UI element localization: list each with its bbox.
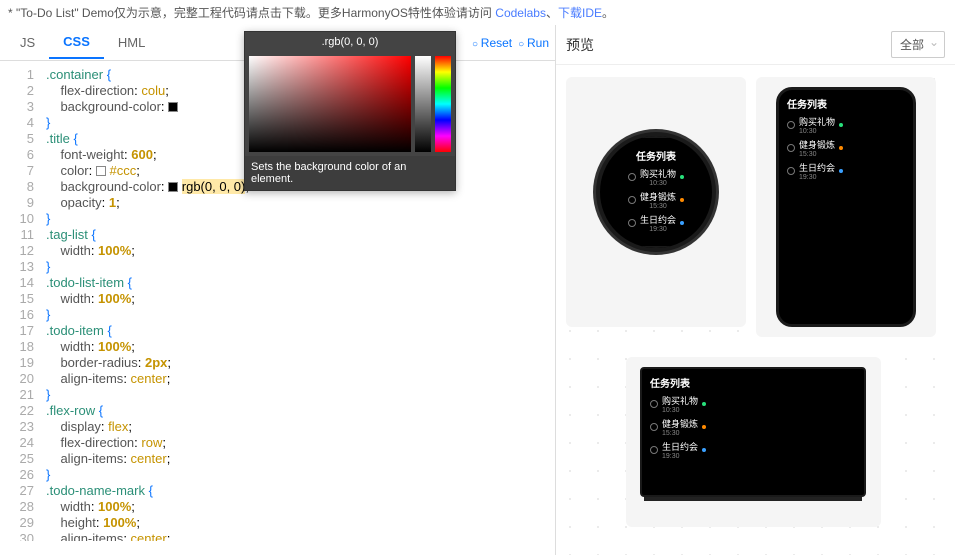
color-picker-title: .rgb(0, 0, 0) [245,32,455,52]
download-ide-link[interactable]: 下载IDE [558,6,602,20]
tag-dot-icon [702,425,706,429]
checkbox-icon [787,167,795,175]
run-button[interactable]: Run [518,36,549,50]
reset-button[interactable]: Reset [472,36,512,50]
preview-title: 预览 [566,35,594,55]
todo-title: 任务列表 [608,148,704,163]
checkbox-icon [628,196,636,204]
tag-dot-icon [839,146,843,150]
phone-preview[interactable]: 任务列表 购买礼物10:30 健身锻炼15:30 生日约会19:30 [756,77,936,337]
list-item: 购买礼物10:30 [787,115,905,135]
tab-hml[interactable]: HML [104,27,159,58]
tag-dot-icon [839,169,843,173]
watch-preview[interactable]: 任务列表 购买礼物10:30 健身锻炼15:30 生日约会19:30 [566,77,746,327]
list-item: 健身锻炼15:30 [650,417,856,437]
checkbox-icon [650,400,658,408]
tag-dot-icon [680,221,684,225]
checkbox-icon [650,446,658,454]
checkbox-icon [628,173,636,181]
editor-pane: JS CSS HML Reset Run 1234567891011121314… [0,25,555,555]
todo-title: 任务列表 [787,96,905,111]
tag-dot-icon [680,175,684,179]
tag-dot-icon [702,402,706,406]
checkbox-icon [787,144,795,152]
tag-dot-icon [702,448,706,452]
todo-title: 任务列表 [650,375,856,390]
checkbox-icon [628,219,636,227]
tab-js[interactable]: JS [6,27,49,58]
list-item: 生日约会19:30 [608,213,704,233]
tv-preview[interactable]: 任务列表 购买礼物10:30 健身锻炼15:30 生日约会19:30 [626,357,881,527]
color-picker[interactable]: .rgb(0, 0, 0) Sets the background color … [244,31,456,191]
color-gradient-area[interactable] [249,56,411,152]
list-item: 购买礼物10:30 [608,167,704,187]
list-item: 生日约会19:30 [787,161,905,181]
color-picker-desc: Sets the background color of an element. [245,156,455,190]
demo-banner: * "To-Do List" Demo仅为示意，完整工程代码请点击下载。更多Ha… [0,0,955,25]
list-item: 健身锻炼15:30 [608,190,704,210]
tab-css[interactable]: CSS [49,26,104,59]
device-filter-dropdown[interactable]: 全部 [891,31,945,58]
checkbox-icon [787,121,795,129]
tag-dot-icon [839,123,843,127]
tag-dot-icon [680,198,684,202]
list-item: 生日约会19:30 [650,440,856,460]
checkbox-icon [650,423,658,431]
list-item: 健身锻炼15:30 [787,138,905,158]
color-hue-slider[interactable] [435,56,451,152]
list-item: 购买礼物10:30 [650,394,856,414]
codelabs-link[interactable]: Codelabs [495,6,546,20]
color-luminance-slider[interactable] [415,56,431,152]
preview-pane: 预览 全部 任务列表 购买礼物10:30 健身锻炼15:30 生日约会19:30… [555,25,955,555]
